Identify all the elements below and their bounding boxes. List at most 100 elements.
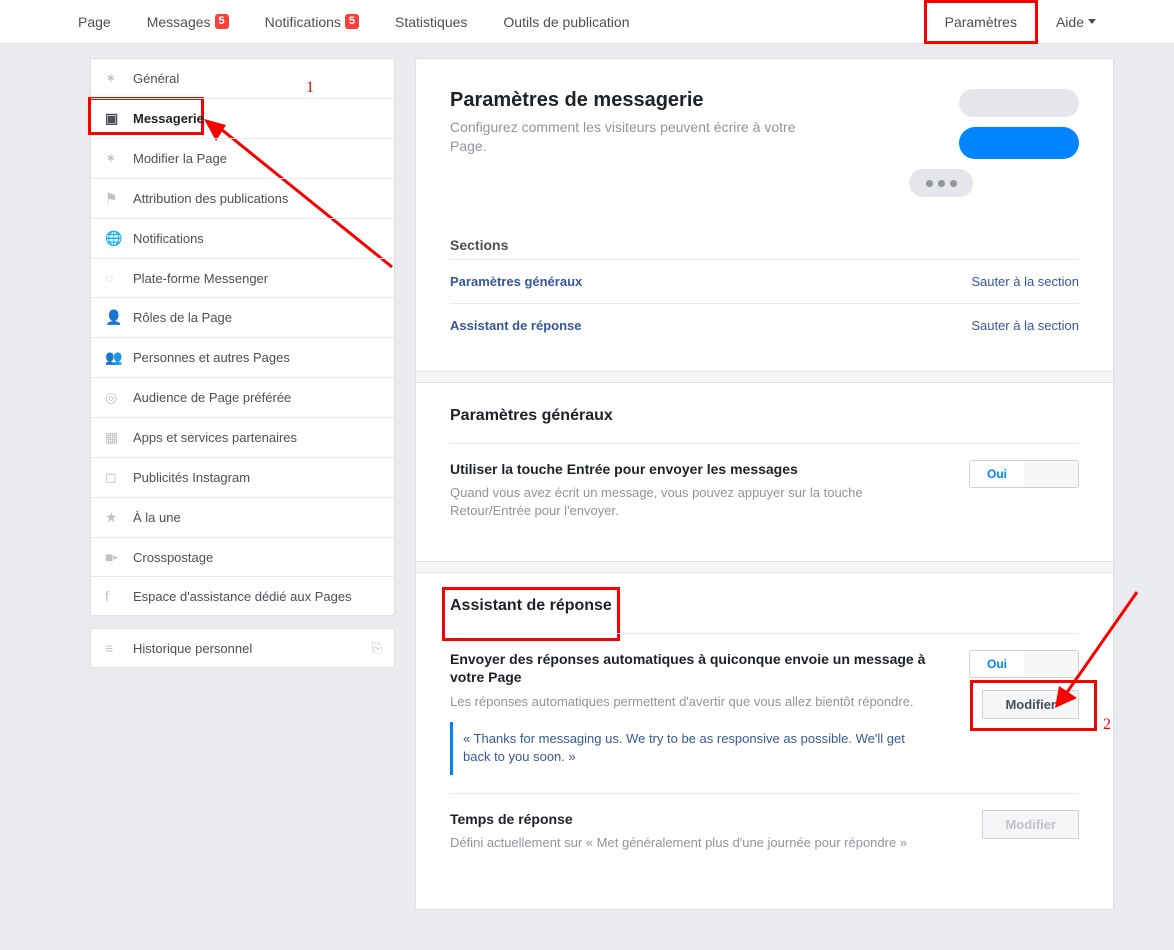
- toggle-on[interactable]: Oui: [970, 461, 1024, 487]
- target-icon: ◎: [105, 389, 125, 406]
- chat-illustration: [899, 89, 1079, 207]
- sections-heading: Sections: [450, 237, 1079, 253]
- modify-button[interactable]: Modifier: [982, 690, 1079, 719]
- sidebar-item-notifications[interactable]: 🌐 Notifications: [91, 219, 394, 259]
- sidebar-item-label: Crosspostage: [133, 550, 213, 565]
- sidebar-item-instagram[interactable]: ◻ Publicités Instagram: [91, 458, 394, 498]
- nav-messages[interactable]: Messages 5: [129, 0, 247, 44]
- setting-desc: Les réponses automatiques permettent d'a…: [450, 693, 943, 711]
- sidebar-item-label: Plate-forme Messenger: [133, 271, 268, 286]
- sidebar: 1 ✶Général ▣Messagerie ✶Modifier la Page…: [90, 58, 395, 680]
- sidebar-item-label: Audience de Page préférée: [133, 390, 291, 405]
- people-icon: 👥: [105, 349, 125, 366]
- sidebar-item-modifier-page[interactable]: ✶ Modifier la Page: [91, 139, 394, 179]
- sidebar-group-history: ≡ Historique personnel ⎘: [90, 628, 395, 668]
- toggle-off[interactable]: [1024, 651, 1078, 677]
- block-assistant: Assistant de réponse Envoyer des réponse…: [450, 573, 1079, 869]
- top-nav: Page Messages 5 Notifications 5 Statisti…: [0, 0, 1174, 44]
- sidebar-item-alaune[interactable]: ★À la une: [91, 498, 394, 538]
- sidebar-item-historique[interactable]: ≡ Historique personnel ⎘: [91, 629, 394, 667]
- setting-title: Envoyer des réponses automatiques à quic…: [450, 650, 943, 686]
- gear-icon: ✶: [105, 150, 125, 167]
- section-row: Assistant de réponse Sauter à la section: [450, 303, 1079, 347]
- page-header: Paramètres de messagerie Configurez comm…: [450, 89, 1079, 207]
- section-link-general[interactable]: Paramètres généraux: [450, 274, 582, 289]
- annotation-number-2: 2: [1103, 716, 1111, 734]
- setting-title: Utiliser la touche Entrée pour envoyer l…: [450, 460, 943, 478]
- sidebar-item-assistance[interactable]: f Espace d'assistance dédié aux Pages: [91, 577, 394, 615]
- bubble-blue: [959, 127, 1079, 159]
- exit-icon: ⎘: [372, 640, 382, 656]
- sidebar-item-crosspost[interactable]: ■▸Crosspostage: [91, 538, 394, 577]
- chevron-down-icon: [1088, 19, 1096, 24]
- toggle-off[interactable]: [1024, 461, 1078, 487]
- sidebar-item-label: Général: [133, 71, 179, 86]
- nav-outils[interactable]: Outils de publication: [485, 0, 647, 44]
- sidebar-item-audience[interactable]: ◎ Audience de Page préférée: [91, 378, 394, 418]
- auto-reply-text: « Thanks for messaging us. We try to be …: [463, 731, 905, 764]
- box-icon: ▦: [105, 429, 125, 446]
- block-title-assistant: Assistant de réponse: [450, 597, 612, 615]
- bubble-gray: [959, 89, 1079, 117]
- setting-response-time: Temps de réponse Défini actuellement sur…: [450, 793, 1079, 870]
- modify-button-disabled[interactable]: Modifier: [982, 810, 1079, 839]
- sidebar-item-label: Publicités Instagram: [133, 470, 250, 485]
- sidebar-item-apps[interactable]: ▦ Apps et services partenaires: [91, 418, 394, 458]
- list-icon: ≡: [105, 640, 125, 656]
- globe-icon: 🌐: [105, 230, 125, 247]
- messenger-icon: ◌: [105, 270, 125, 286]
- section-row: Paramètres généraux Sauter à la section: [450, 259, 1079, 303]
- nav-label: Paramètres: [945, 14, 1017, 30]
- toggle-enter-send[interactable]: Oui: [969, 460, 1079, 488]
- badge: 5: [345, 14, 359, 28]
- sidebar-item-label: Apps et services partenaires: [133, 430, 297, 445]
- nav-statistiques[interactable]: Statistiques: [377, 0, 485, 44]
- setting-desc: Défini actuellement sur « Met généraleme…: [450, 834, 943, 852]
- nav-label: Statistiques: [395, 14, 467, 30]
- section-link-assistant[interactable]: Assistant de réponse: [450, 318, 582, 333]
- block-general: Paramètres généraux Utiliser la touche E…: [450, 383, 1079, 537]
- nav-label: Page: [78, 14, 111, 30]
- sidebar-item-label: Espace d'assistance dédié aux Pages: [133, 589, 352, 604]
- toggle-on[interactable]: Oui: [970, 651, 1024, 677]
- nav-label: Outils de publication: [503, 14, 629, 30]
- sidebar-item-attribution[interactable]: ⚑ Attribution des publications: [91, 179, 394, 219]
- badge: 5: [215, 14, 229, 28]
- sidebar-item-messenger[interactable]: ◌ Plate-forme Messenger: [91, 259, 394, 298]
- instagram-icon: ◻: [105, 469, 125, 486]
- chat-icon: ▣: [105, 110, 125, 127]
- sidebar-item-label: Attribution des publications: [133, 191, 288, 206]
- nav-notifications[interactable]: Notifications 5: [247, 0, 377, 44]
- star-icon: ★: [105, 509, 125, 526]
- nav-aide[interactable]: Aide: [1038, 0, 1114, 44]
- sidebar-item-messagerie[interactable]: ▣ Messagerie: [91, 99, 394, 139]
- sidebar-item-label: Historique personnel: [133, 641, 252, 656]
- nav-label: Notifications: [265, 14, 341, 30]
- flag-icon: ⚑: [105, 190, 125, 207]
- main-panel: Paramètres de messagerie Configurez comm…: [415, 58, 1114, 910]
- setting-enter-send: Utiliser la touche Entrée pour envoyer l…: [450, 443, 1079, 537]
- nav-page[interactable]: Page: [60, 0, 129, 44]
- nav-parametres[interactable]: Paramètres: [924, 0, 1038, 44]
- toggle-auto-reply[interactable]: Oui: [969, 650, 1079, 678]
- divider: [416, 371, 1113, 383]
- sidebar-item-label: Personnes et autres Pages: [133, 350, 290, 365]
- sidebar-item-general[interactable]: ✶ Général: [91, 59, 394, 99]
- sidebar-item-label: Messagerie: [133, 111, 204, 126]
- setting-auto-reply: Envoyer des réponses automatiques à quic…: [450, 633, 1079, 792]
- fb-icon: f: [105, 588, 125, 604]
- sidebar-item-personnes[interactable]: 👥 Personnes et autres Pages: [91, 338, 394, 378]
- sidebar-item-label: Notifications: [133, 231, 204, 246]
- divider: [416, 561, 1113, 573]
- gear-icon: ✶: [105, 70, 125, 87]
- sidebar-item-label: Rôles de la Page: [133, 310, 232, 325]
- nav-label: Messages: [147, 14, 211, 30]
- skip-link[interactable]: Sauter à la section: [971, 274, 1079, 289]
- skip-link[interactable]: Sauter à la section: [971, 318, 1079, 333]
- sidebar-item-roles[interactable]: 👤Rôles de la Page: [91, 298, 394, 338]
- page-title: Paramètres de messagerie: [450, 89, 879, 112]
- sidebar-item-label: Modifier la Page: [133, 151, 227, 166]
- setting-title: Temps de réponse: [450, 810, 943, 828]
- bubble-typing: [909, 169, 973, 197]
- block-title-general: Paramètres généraux: [450, 407, 613, 425]
